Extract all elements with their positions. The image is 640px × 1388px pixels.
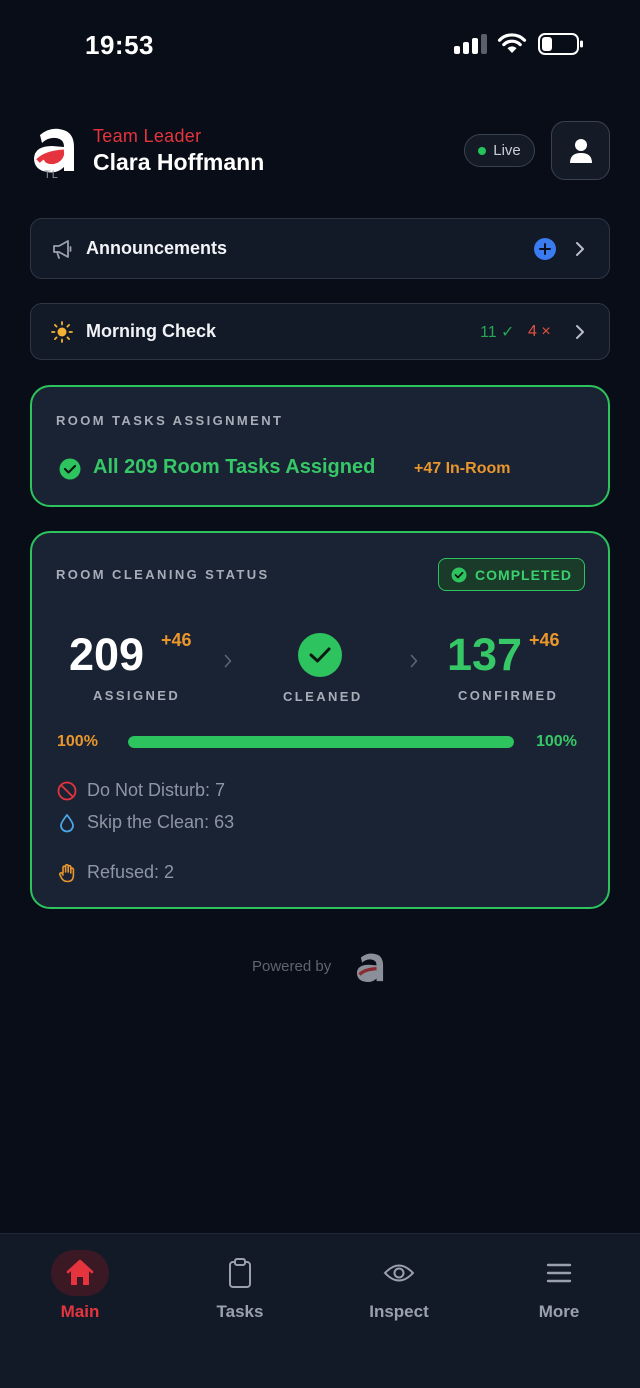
user-role: Team Leader xyxy=(93,126,202,146)
nav-inspect-icon-wrap xyxy=(370,1250,428,1296)
user-icon xyxy=(569,138,592,163)
morning-check-label: Morning Check xyxy=(86,321,217,341)
powered-by: Powered by xyxy=(252,951,392,985)
prohibited-icon xyxy=(57,781,77,800)
clock: 19:53 xyxy=(85,30,154,60)
completed-badge: COMPLETED xyxy=(438,558,585,591)
assigned-delta: +46 xyxy=(161,630,192,650)
progress-bar-fill xyxy=(128,736,514,748)
progress-right-percent: 100% xyxy=(536,733,577,750)
live-dot-icon xyxy=(478,146,487,155)
chevron-right-icon xyxy=(224,654,232,668)
room-tasks-message: All 209 Room Tasks Assigned xyxy=(93,456,376,478)
check-circle-icon xyxy=(451,567,467,582)
skip-clean-row: Skip the Clean: 63 xyxy=(57,812,234,833)
clipboard-icon xyxy=(229,1258,251,1288)
morning-check-failed-count: 4 × xyxy=(528,322,551,340)
nav-tasks-label: Tasks xyxy=(216,1302,264,1321)
home-icon xyxy=(66,1259,94,1285)
room-tasks-assignment-card[interactable]: ROOM TASKS ASSIGNMENT All 209 Room Tasks… xyxy=(30,385,610,507)
sun-icon xyxy=(51,320,73,343)
morning-check-passed-count: 11 ✓ xyxy=(480,323,515,341)
hand-stop-icon xyxy=(59,863,75,882)
profile-button[interactable] xyxy=(551,121,610,180)
bottom-navigation: Main Tasks Inspect More xyxy=(0,1233,640,1388)
refused-text: Refused: 2 xyxy=(87,862,175,882)
completed-label: COMPLETED xyxy=(475,566,572,583)
live-label: Live xyxy=(493,142,521,159)
powered-by-text: Powered by xyxy=(252,958,332,975)
cellular-signal-icon xyxy=(454,34,488,54)
refused-row: Refused: 2 xyxy=(57,862,174,883)
nav-inspect[interactable]: Inspect xyxy=(339,1250,459,1340)
confirmed-delta: +46 xyxy=(529,630,560,650)
wifi-icon xyxy=(497,33,527,53)
assigned-value: 209 xyxy=(69,629,145,680)
check-circle-icon xyxy=(59,458,81,480)
progress-bar xyxy=(128,736,514,748)
nav-main-label: Main xyxy=(60,1302,100,1321)
nav-main[interactable]: Main xyxy=(20,1250,140,1340)
nav-main-icon-wrap xyxy=(51,1250,109,1296)
confirmed-value: 137 xyxy=(447,629,523,680)
nav-more-icon-wrap xyxy=(530,1250,588,1296)
room-tasks-title: ROOM TASKS ASSIGNMENT xyxy=(56,413,284,428)
cleaned-check-icon xyxy=(298,633,342,677)
role-abbreviation: TL xyxy=(44,169,59,181)
water-drop-icon xyxy=(60,813,74,832)
room-cleaning-status-card[interactable]: ROOM CLEANING STATUS COMPLETED 209 +46 A… xyxy=(30,531,610,909)
progress-left-percent: 100% xyxy=(57,733,98,750)
announcements-row[interactable]: Announcements xyxy=(30,218,610,279)
do-not-disturb-text: Do Not Disturb: 7 xyxy=(87,780,226,800)
brand-logo-icon xyxy=(356,953,384,983)
skip-clean-text: Skip the Clean: 63 xyxy=(87,812,235,832)
cleaning-status-title: ROOM CLEANING STATUS xyxy=(56,567,270,582)
nav-tasks-icon-wrap xyxy=(211,1250,269,1296)
live-status-badge: Live xyxy=(464,134,535,167)
announcements-label: Announcements xyxy=(86,238,228,258)
assigned-label: ASSIGNED xyxy=(93,688,181,703)
chevron-right-icon xyxy=(410,654,418,668)
nav-more-label: More xyxy=(538,1302,580,1321)
battery-icon xyxy=(538,33,583,55)
status-bar: 19:53 xyxy=(0,0,640,90)
cleaned-label: CLEANED xyxy=(283,689,363,704)
in-room-count: +47 In-Room xyxy=(414,460,511,477)
plus-icon xyxy=(539,242,551,255)
header: TL Team Leader Clara Hoffmann Live xyxy=(30,118,610,188)
user-name: Clara Hoffmann xyxy=(93,149,265,175)
morning-check-row[interactable]: Morning Check 11 ✓ 4 × xyxy=(30,303,610,360)
menu-icon xyxy=(546,1263,572,1283)
eye-icon xyxy=(383,1264,415,1282)
do-not-disturb-row: Do Not Disturb: 7 xyxy=(57,780,225,801)
new-announcement-badge[interactable] xyxy=(534,237,556,260)
confirmed-label: CONFIRMED xyxy=(458,688,559,703)
nav-inspect-label: Inspect xyxy=(369,1302,429,1321)
chevron-right-icon xyxy=(576,241,584,256)
chevron-right-icon xyxy=(576,324,584,339)
nav-tasks[interactable]: Tasks xyxy=(180,1250,300,1340)
nav-more[interactable]: More xyxy=(499,1250,619,1340)
megaphone-icon xyxy=(53,239,72,259)
